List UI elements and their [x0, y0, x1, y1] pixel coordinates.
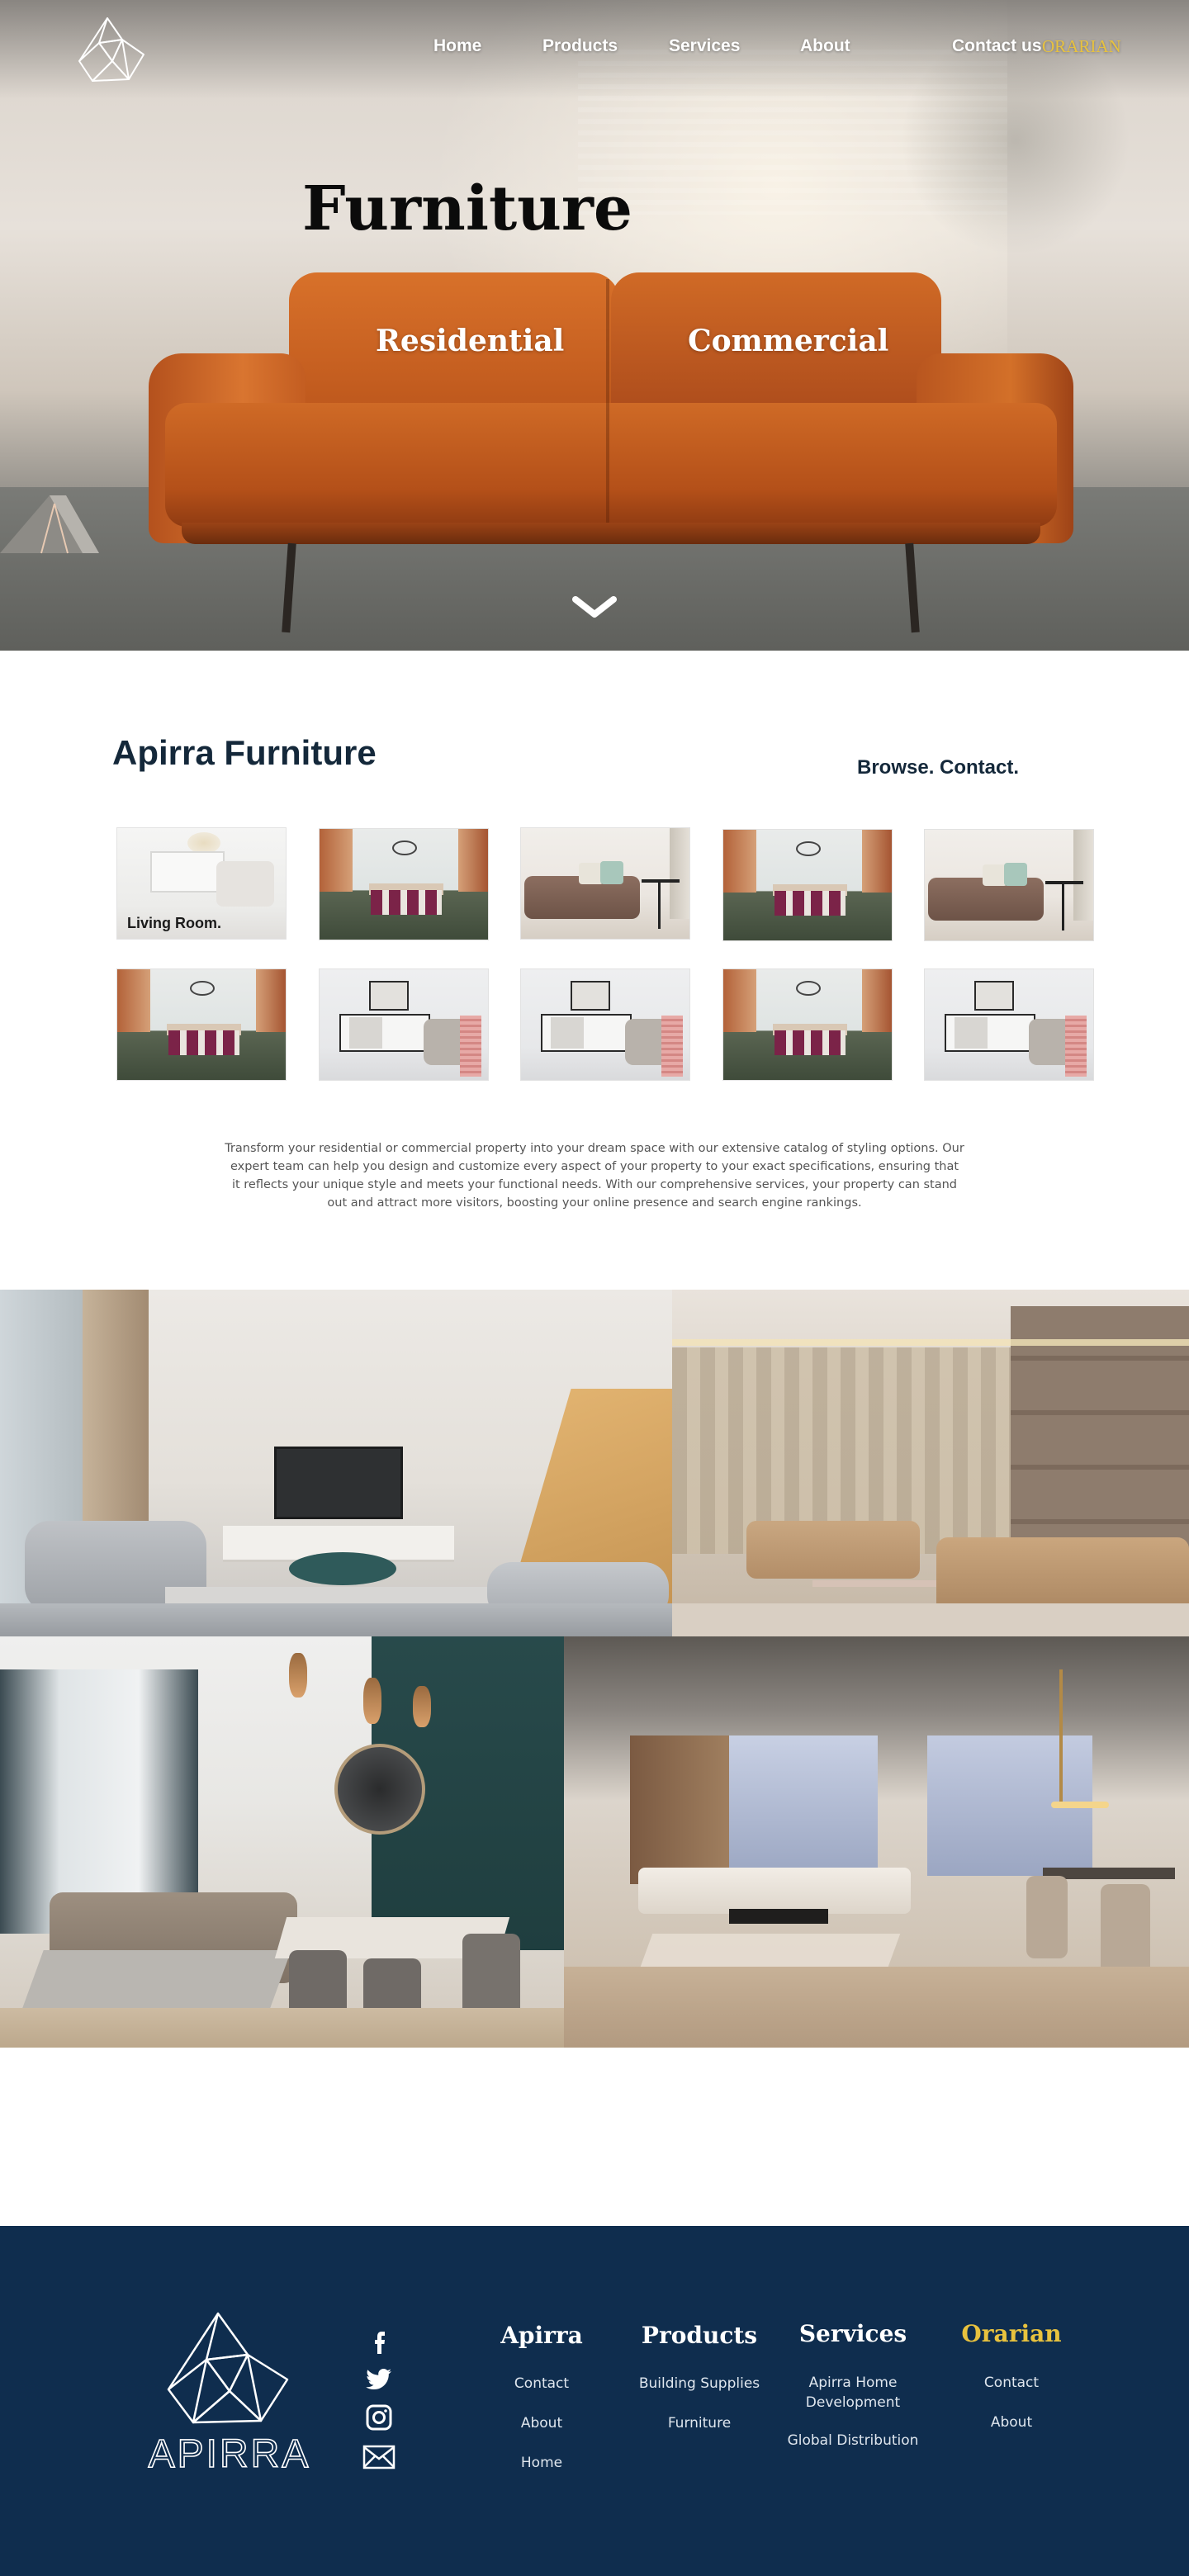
facebook-icon[interactable] [362, 2328, 396, 2355]
nav-orarian-link[interactable]: ORARIAN [1042, 36, 1121, 57]
thumb-dining-room[interactable] [722, 829, 893, 941]
apirra-wordmark: APIRRA [148, 2432, 311, 2473]
footer-link-home[interactable]: Home [494, 2455, 590, 2471]
footer-link-global-distribution[interactable]: Global Distribution [783, 2432, 923, 2449]
gallery-image-open-plan-lounge[interactable] [564, 1636, 1189, 2048]
footer-link-furniture[interactable]: Furniture [625, 2415, 774, 2432]
nav-about-link[interactable]: About [800, 36, 850, 56]
footer-link-home-development[interactable]: Apirra Home Development [791, 2373, 915, 2413]
nav-products-link[interactable]: Products [542, 36, 618, 56]
footer-link-orarian-contact[interactable]: Contact [958, 2375, 1065, 2391]
footer-link-contact[interactable]: Contact [494, 2375, 590, 2392]
thumb-living-room[interactable]: Living Room. [116, 827, 287, 940]
nav-services-link[interactable]: Services [669, 36, 740, 56]
thumb-dining-room[interactable] [319, 828, 489, 940]
hero-title: Furniture [302, 173, 632, 244]
footer-link-building-supplies[interactable]: Building Supplies [625, 2375, 774, 2392]
section-title: Apirra Furniture [112, 733, 377, 772]
twitter-icon[interactable] [362, 2365, 396, 2392]
leather-sofa-image [149, 263, 1073, 642]
gallery-image-beige-lounge[interactable] [672, 1290, 1189, 1636]
thumb-caption: Living Room. [127, 915, 221, 931]
chevron-down-icon[interactable] [572, 593, 617, 623]
nav-home-link[interactable]: Home [433, 36, 481, 56]
mail-icon[interactable] [362, 2444, 396, 2470]
hero-residential-link[interactable]: Residential [376, 324, 564, 358]
section-tagline: Browse. Contact. [857, 756, 1020, 779]
footer-link-about[interactable]: About [494, 2415, 590, 2432]
thumb-console[interactable] [520, 968, 690, 1081]
gallery-image-teal-living-dining[interactable] [0, 1636, 564, 2048]
apirra-logo-icon[interactable] [162, 2310, 294, 2426]
nav-contact-link[interactable]: Contact us [952, 36, 1042, 56]
thumb-dining-room[interactable] [722, 968, 893, 1081]
footer-products-heading: Products [641, 2322, 758, 2349]
hero-commercial-link[interactable]: Commercial [688, 324, 888, 358]
footer-apirra-heading: Apirra [500, 2322, 583, 2349]
thumb-sofa[interactable] [924, 829, 1094, 941]
instagram-icon[interactable] [362, 2404, 396, 2431]
thumb-console[interactable] [924, 968, 1094, 1081]
footer-link-orarian-about[interactable]: About [958, 2414, 1065, 2431]
thumb-dining-room[interactable] [116, 968, 287, 1081]
thumb-sofa[interactable] [520, 827, 690, 940]
thumb-console[interactable] [319, 968, 489, 1081]
floor-lamp-image [0, 495, 99, 554]
hero-section: Home Products Services About Contact us … [0, 0, 1189, 651]
footer-services-heading: Services [798, 2320, 907, 2347]
gallery-image-living-room[interactable] [0, 1290, 672, 1636]
main-nav: Home Products Services About Contact us … [0, 36, 1189, 61]
footer-orarian-heading: Orarian [961, 2320, 1062, 2347]
svg-text:APIRRA: APIRRA [149, 2432, 311, 2473]
section-description: Transform your residential or commercial… [225, 1142, 964, 1210]
